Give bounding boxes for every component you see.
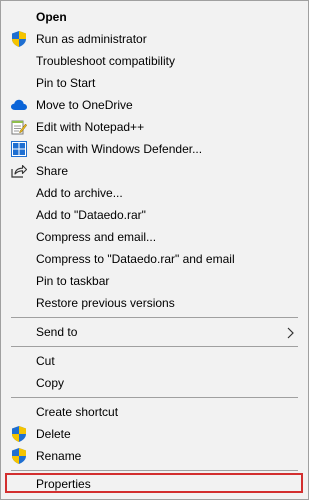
menu-item-run-as-administrator[interactable]: Run as administrator xyxy=(1,28,308,50)
menu-item-compress-to-dataedo-rar-and-email[interactable]: Compress to "Dataedo.rar" and email xyxy=(1,248,308,270)
menu-item-cut-label: Cut xyxy=(36,354,55,368)
menu-item-properties-label: Properties xyxy=(36,477,91,491)
menu-item-move-to-onedrive-label: Move to OneDrive xyxy=(36,98,133,112)
menu-separator xyxy=(11,317,298,318)
menu-item-edit-with-notepad-plus-plus[interactable]: Edit with Notepad++ xyxy=(1,116,308,138)
menu-item-add-to-dataedo-rar[interactable]: Add to "Dataedo.rar" xyxy=(1,204,308,226)
menu-item-edit-with-notepad-plus-plus-label: Edit with Notepad++ xyxy=(36,120,145,134)
menu-item-compress-and-email-label: Compress and email... xyxy=(36,230,157,244)
menu-item-add-to-archive-label: Add to archive... xyxy=(36,186,123,200)
menu-item-rename[interactable]: Rename xyxy=(1,445,308,467)
windows-defender-icon xyxy=(11,141,27,157)
menu-separator xyxy=(11,470,298,471)
menu-item-create-shortcut-label: Create shortcut xyxy=(36,405,119,419)
chevron-right-icon xyxy=(284,326,296,339)
menu-item-troubleshoot-compatibility-label: Troubleshoot compatibility xyxy=(36,54,175,68)
menu-item-properties[interactable]: Properties xyxy=(1,473,308,495)
menu-item-copy[interactable]: Copy xyxy=(1,372,308,394)
menu-item-scan-with-windows-defender[interactable]: Scan with Windows Defender... xyxy=(1,138,308,160)
menu-item-copy-label: Copy xyxy=(36,376,65,390)
menu-item-restore-previous-versions[interactable]: Restore previous versions xyxy=(1,292,308,314)
menu-item-pin-to-taskbar-label: Pin to taskbar xyxy=(36,274,110,288)
menu-item-rename-label: Rename xyxy=(36,449,82,463)
menu-item-share-label: Share xyxy=(36,164,69,178)
menu-separator xyxy=(11,397,298,398)
menu-item-share[interactable]: Share xyxy=(1,160,308,182)
notepad-plus-plus-icon xyxy=(11,119,27,135)
menu-item-delete-label: Delete xyxy=(36,427,71,441)
menu-item-cut[interactable]: Cut xyxy=(1,350,308,372)
onedrive-cloud-icon xyxy=(11,97,27,113)
menu-item-compress-and-email[interactable]: Compress and email... xyxy=(1,226,308,248)
menu-item-add-to-dataedo-rar-label: Add to "Dataedo.rar" xyxy=(36,208,146,222)
menu-item-pin-to-taskbar[interactable]: Pin to taskbar xyxy=(1,270,308,292)
menu-item-send-to-label: Send to xyxy=(36,325,78,339)
menu-item-scan-with-windows-defender-label: Scan with Windows Defender... xyxy=(36,142,203,156)
menu-item-troubleshoot-compatibility[interactable]: Troubleshoot compatibility xyxy=(1,50,308,72)
menu-item-compress-to-dataedo-rar-and-email-label: Compress to "Dataedo.rar" and email xyxy=(36,252,235,266)
shield-icon xyxy=(11,448,27,464)
menu-item-delete[interactable]: Delete xyxy=(1,423,308,445)
menu-item-run-as-administrator-label: Run as administrator xyxy=(36,32,147,46)
shield-icon xyxy=(11,31,27,47)
menu-item-open-label: Open xyxy=(36,10,67,24)
menu-item-restore-previous-versions-label: Restore previous versions xyxy=(36,296,175,310)
share-icon xyxy=(11,163,27,179)
menu-item-add-to-archive[interactable]: Add to archive... xyxy=(1,182,308,204)
menu-item-move-to-onedrive[interactable]: Move to OneDrive xyxy=(1,94,308,116)
menu-item-pin-to-start-label: Pin to Start xyxy=(36,76,96,90)
menu-item-create-shortcut[interactable]: Create shortcut xyxy=(1,401,308,423)
context-menu: Open Run as administrator Troubleshoot c… xyxy=(0,0,309,500)
menu-item-open[interactable]: Open xyxy=(1,6,308,28)
menu-separator xyxy=(11,346,298,347)
menu-item-pin-to-start[interactable]: Pin to Start xyxy=(1,72,308,94)
menu-item-send-to[interactable]: Send to xyxy=(1,321,308,343)
shield-icon xyxy=(11,426,27,442)
